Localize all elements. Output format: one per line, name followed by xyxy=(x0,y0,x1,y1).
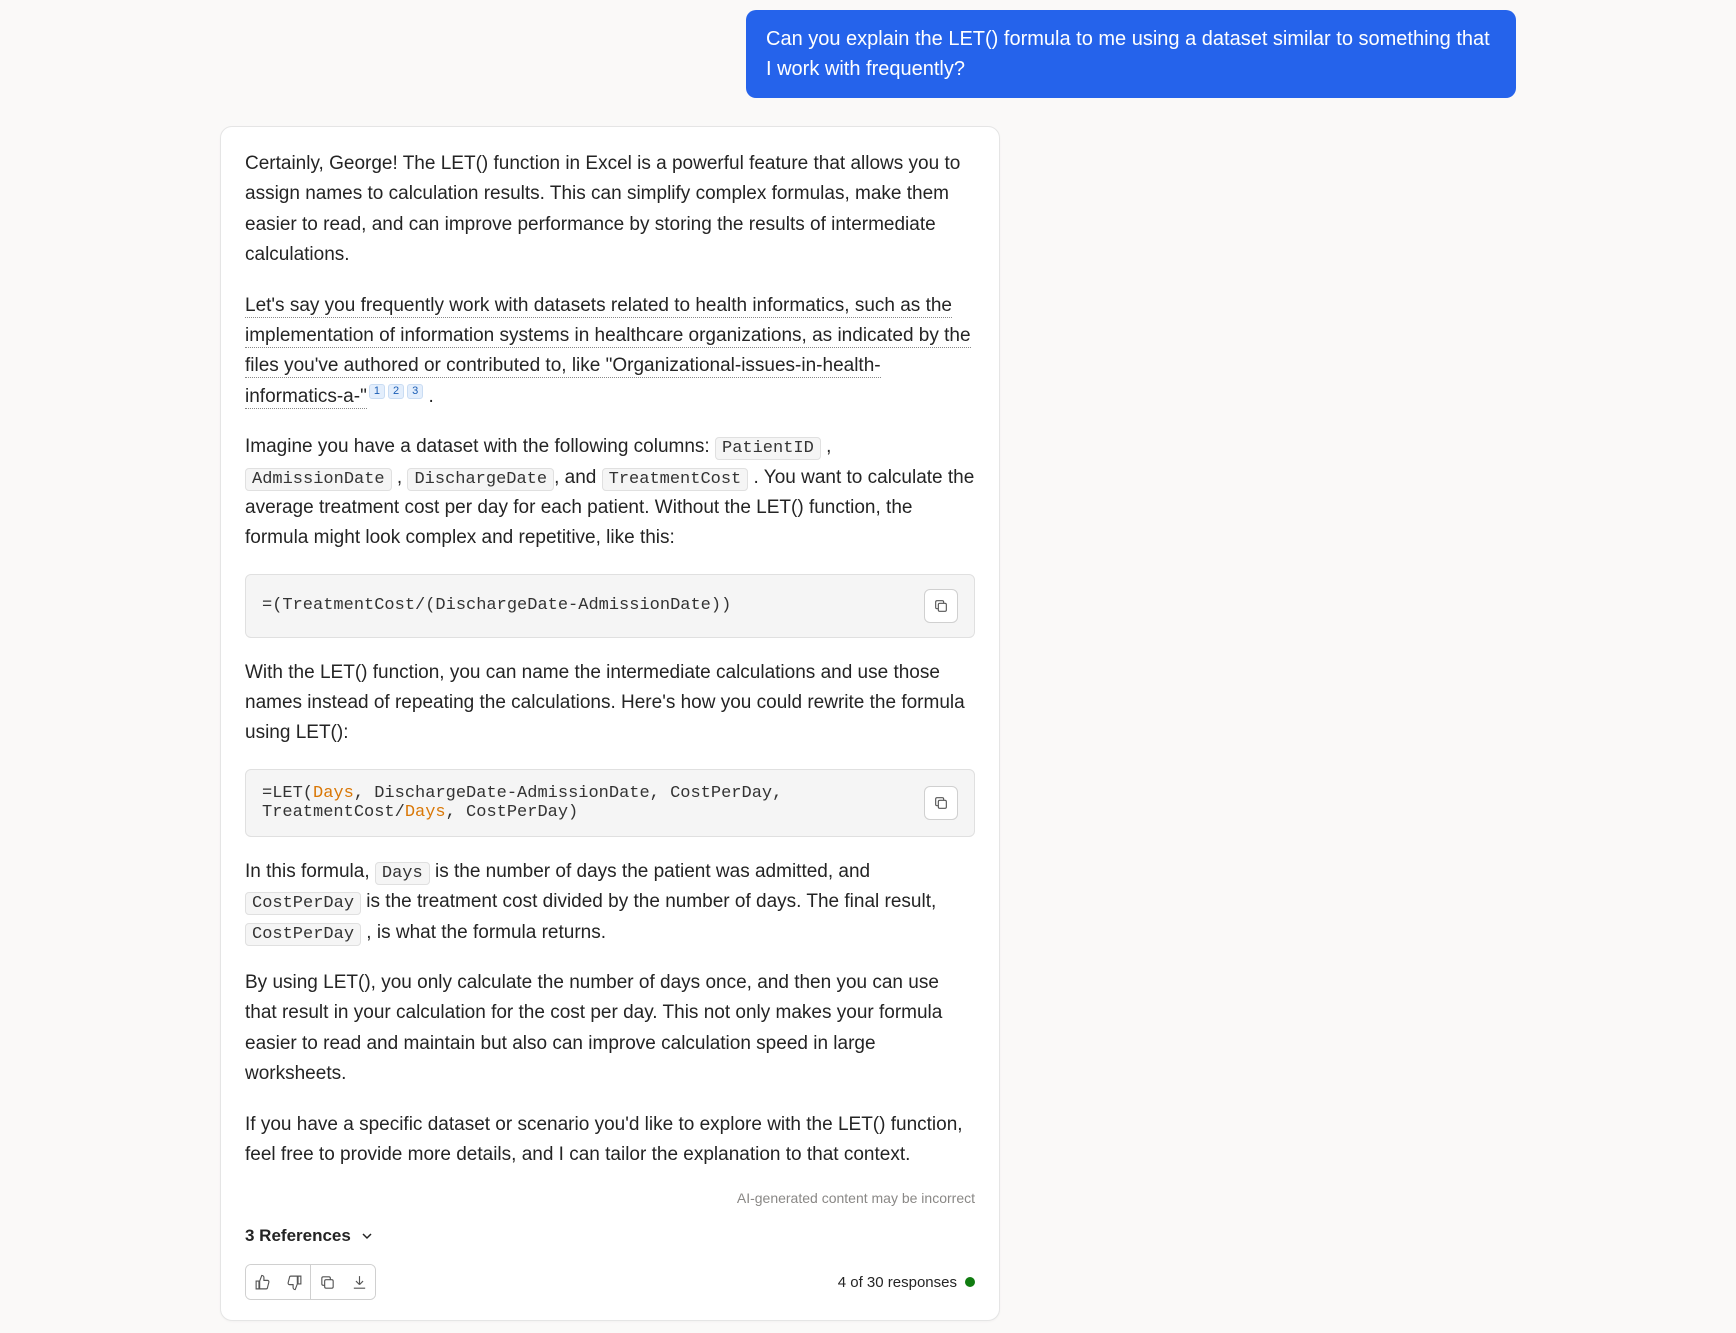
text: In this formula, xyxy=(245,861,375,882)
thumbs-down-icon xyxy=(286,1274,303,1291)
text: Imagine you have a dataset with the foll… xyxy=(245,436,715,457)
copy-code-button[interactable] xyxy=(924,786,958,820)
response-count: 4 of 30 responses xyxy=(838,1274,975,1291)
text: , and xyxy=(554,467,602,488)
action-row: 4 of 30 responses xyxy=(245,1264,975,1300)
assistant-paragraph: Let's say you frequently work with datas… xyxy=(245,291,975,413)
references-label: 3 References xyxy=(245,1226,351,1246)
citation-badge[interactable]: 2 xyxy=(388,384,404,399)
inline-code: DischargeDate xyxy=(407,468,554,491)
copy-code-button[interactable] xyxy=(924,589,958,623)
text: , xyxy=(821,436,832,457)
assistant-message-card: Certainly, George! The LET() function in… xyxy=(220,126,1000,1321)
text: . xyxy=(423,386,434,407)
chevron-down-icon xyxy=(359,1228,375,1244)
text: is the number of days the patient was ad… xyxy=(430,861,870,882)
assistant-paragraph: With the LET() function, you can name th… xyxy=(245,658,975,749)
copy-icon xyxy=(319,1274,336,1291)
assistant-paragraph: Certainly, George! The LET() function in… xyxy=(245,149,975,271)
assistant-paragraph: By using LET(), you only calculate the n… xyxy=(245,968,975,1090)
action-button-group xyxy=(245,1264,376,1300)
copy-response-button[interactable] xyxy=(311,1265,343,1299)
assistant-paragraph: If you have a specific dataset or scenar… xyxy=(245,1110,975,1171)
user-message-bubble: Can you explain the LET() formula to me … xyxy=(746,10,1516,98)
cited-text: Let's say you frequently work with datas… xyxy=(245,295,971,409)
code-content: =(TreatmentCost/(DischargeDate-Admission… xyxy=(262,596,912,615)
code-content: =LET(Days, DischargeDate-AdmissionDate, … xyxy=(262,784,912,822)
thumbs-down-button[interactable] xyxy=(278,1265,310,1299)
chat-container: Can you explain the LET() formula to me … xyxy=(220,10,1516,1321)
inline-code: Days xyxy=(375,862,430,885)
code-block: =LET(Days, DischargeDate-AdmissionDate, … xyxy=(245,769,975,837)
citation-badge[interactable]: 3 xyxy=(407,384,423,399)
user-message-text: Can you explain the LET() formula to me … xyxy=(766,28,1490,80)
download-icon xyxy=(351,1274,368,1291)
inline-code: CostPerDay xyxy=(245,892,361,915)
text: , xyxy=(392,467,408,488)
assistant-paragraph: Imagine you have a dataset with the foll… xyxy=(245,432,975,554)
ai-disclaimer: AI-generated content may be incorrect xyxy=(245,1190,975,1206)
assistant-paragraph: In this formula, Days is the number of d… xyxy=(245,857,975,948)
download-button[interactable] xyxy=(343,1265,375,1299)
text: is the treatment cost divided by the num… xyxy=(361,891,936,912)
text: , is what the formula returns. xyxy=(361,922,606,943)
status-dot-icon xyxy=(965,1277,975,1287)
citation-group: 123 xyxy=(369,384,423,399)
inline-code: PatientID xyxy=(715,437,821,460)
inline-code: AdmissionDate xyxy=(245,468,392,491)
thumbs-up-button[interactable] xyxy=(246,1265,278,1299)
thumbs-up-icon xyxy=(254,1274,271,1291)
copy-icon xyxy=(933,795,949,811)
code-block: =(TreatmentCost/(DischargeDate-Admission… xyxy=(245,574,975,638)
inline-code: TreatmentCost xyxy=(602,468,749,491)
inline-code: CostPerDay xyxy=(245,923,361,946)
response-count-text: 4 of 30 responses xyxy=(838,1274,957,1291)
references-toggle[interactable]: 3 References xyxy=(245,1226,975,1246)
citation-badge[interactable]: 1 xyxy=(369,384,385,399)
copy-icon xyxy=(933,598,949,614)
